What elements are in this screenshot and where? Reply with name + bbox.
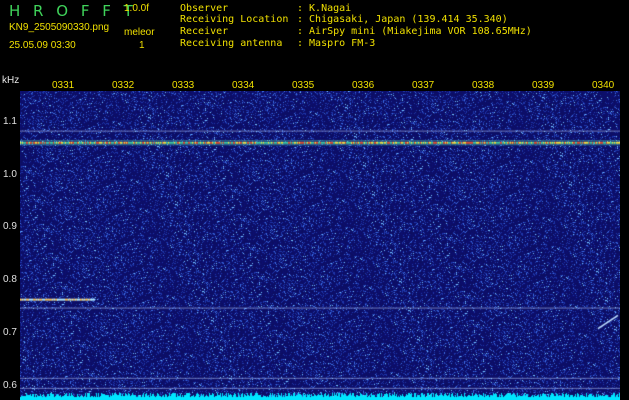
meleor-count: 1	[139, 40, 145, 51]
x-tick-label: 0337	[412, 80, 435, 91]
x-tick-label: 0332	[112, 80, 135, 91]
info-key-observer: Observer	[180, 3, 229, 14]
info-key-location: Receiving Location	[180, 14, 289, 25]
x-tick-label: 0335	[292, 80, 315, 91]
y-tick-label: 1.1	[3, 115, 17, 127]
y-tick-label: 0.8	[3, 274, 17, 286]
y-tick-label: 0.6	[3, 379, 17, 391]
y-tick-label: 0.9	[3, 221, 17, 233]
info-value-observer: : K.Nagai	[297, 3, 352, 14]
y-axis-unit: kHz	[2, 75, 20, 86]
info-value-location: : Chigasaki, Japan (139.414 35.340)	[297, 14, 508, 25]
info-value-antenna: : Maspro FM-3	[297, 38, 376, 49]
x-tick-label: 0339	[532, 80, 555, 91]
y-tick-label: 0.7	[3, 326, 17, 338]
meleor-label: meleor	[124, 27, 155, 38]
x-tick-label: 0333	[172, 80, 195, 91]
x-tick-label: 0340	[592, 80, 615, 91]
info-key-receiver: Receiver	[180, 26, 229, 37]
spectrogram-canvas	[20, 91, 620, 400]
header-panel: H R O F F T 1.0.0f KN9_2505090330.png me…	[0, 0, 629, 78]
x-tick-label: 0331	[52, 80, 75, 91]
datetime-label: 25.05.09 03:30	[9, 40, 76, 51]
info-value-receiver: : AirSpy mini (Miakejima VOR 108.65MHz)	[297, 26, 532, 37]
y-tick-label: 1.0	[3, 168, 17, 180]
x-tick-label: 0338	[472, 80, 495, 91]
filename-label: KN9_2505090330.png	[9, 22, 110, 33]
x-tick-label: 0336	[352, 80, 375, 91]
x-tick-label: 0334	[232, 80, 255, 91]
info-key-antenna: Receiving antenna	[180, 38, 283, 49]
version-label: 1.0.0f	[124, 3, 150, 14]
app-title: H R O F F T	[9, 2, 137, 20]
